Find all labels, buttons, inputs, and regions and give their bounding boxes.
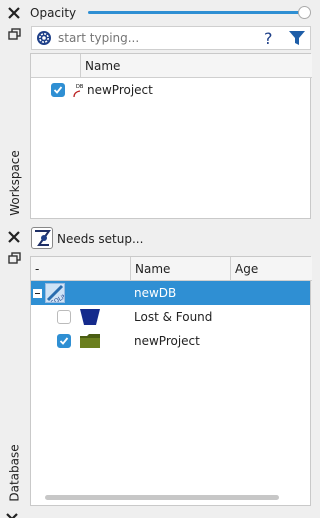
close-icon[interactable] <box>6 513 18 518</box>
close-icon[interactable] <box>6 229 22 245</box>
horizontal-scrollbar[interactable] <box>45 495 279 500</box>
collapse-toggle-icon[interactable] <box>33 288 42 298</box>
setup-wizard-icon[interactable] <box>31 227 53 249</box>
opacity-slider[interactable] <box>88 6 311 19</box>
search-bar: ? <box>31 26 311 50</box>
column-header-name[interactable]: Name <box>81 54 312 77</box>
workspace-tree: Name DB newProject <box>30 53 312 219</box>
float-window-icon[interactable] <box>6 26 22 42</box>
row-name: newDB <box>134 286 177 300</box>
workspace-tree-header: Name <box>31 54 312 78</box>
float-window-icon[interactable] <box>6 250 22 266</box>
opacity-slider-handle[interactable] <box>298 6 311 19</box>
database-tree: - Name Age SQLite newDB Lost & Found new… <box>30 256 312 506</box>
column-header-check[interactable] <box>31 54 81 77</box>
trash-bucket-icon <box>79 307 101 327</box>
column-header-age[interactable]: Age <box>231 257 312 280</box>
row-checkbox[interactable] <box>57 310 71 324</box>
database-tree-header: - Name Age <box>31 257 312 281</box>
opacity-slider-fill <box>88 11 300 14</box>
svg-text:DB: DB <box>76 84 84 90</box>
opacity-label: Opacity <box>30 6 77 20</box>
list-item[interactable]: DB newProject <box>31 78 310 102</box>
database-tab-label[interactable]: Database <box>8 444 22 501</box>
column-header-name[interactable]: Name <box>131 257 231 280</box>
search-settings-icon[interactable] <box>36 30 52 46</box>
table-row[interactable]: newProject <box>31 329 310 353</box>
sqlite-db-icon: SQLite <box>45 283 65 303</box>
row-name: newProject <box>134 334 200 348</box>
project-icon: DB <box>71 81 85 99</box>
table-row[interactable]: SQLite newDB <box>31 281 310 305</box>
row-name: Lost & Found <box>134 310 213 324</box>
close-icon[interactable] <box>6 5 22 21</box>
folder-icon <box>79 332 101 350</box>
filter-icon[interactable] <box>288 30 306 46</box>
workspace-tab-label[interactable]: Workspace <box>8 150 22 216</box>
column-header-expand[interactable]: - <box>31 257 131 280</box>
status-text: Needs setup... <box>57 232 144 246</box>
row-checkbox[interactable] <box>57 334 71 348</box>
item-label: newProject <box>87 83 153 97</box>
search-input[interactable] <box>58 29 258 47</box>
item-checkbox[interactable] <box>51 83 65 97</box>
help-icon[interactable]: ? <box>264 29 273 48</box>
table-row[interactable]: Lost & Found <box>31 305 310 329</box>
